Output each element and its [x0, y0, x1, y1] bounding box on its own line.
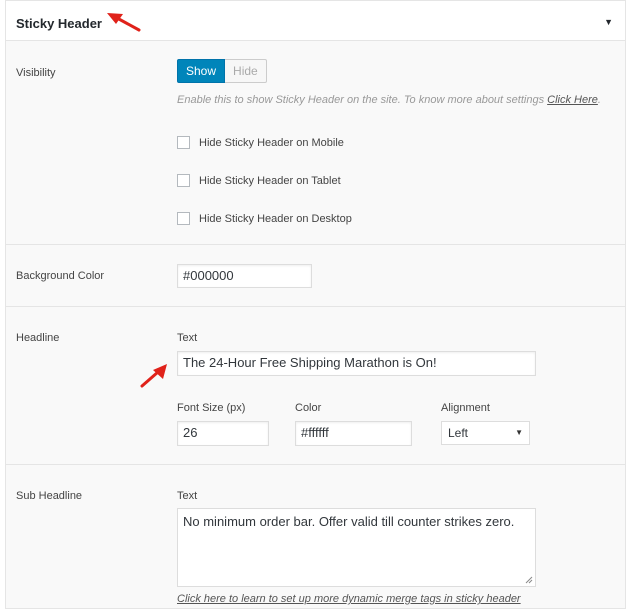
- sticky-header-panel: Sticky Header ▼ Visibility Show Hide Ena…: [5, 0, 626, 609]
- hide-tablet-label: Hide Sticky Header on Tablet: [199, 174, 341, 187]
- sub-headline-text-label: Text: [177, 490, 198, 502]
- sub-headline-label: Sub Headline: [16, 490, 83, 502]
- headline-label: Headline: [16, 332, 60, 344]
- alignment-select[interactable]: Left ▼: [441, 421, 530, 445]
- annotation-arrow-header: [107, 13, 141, 32]
- click-here-link[interactable]: Click Here: [547, 94, 598, 106]
- panel-header[interactable]: Sticky Header ▼: [6, 1, 625, 41]
- visibility-description: Enable this to show Sticky Header on the…: [177, 94, 601, 106]
- triangle-down-icon[interactable]: ▼: [604, 17, 613, 27]
- hide-mobile-label: Hide Sticky Header on Mobile: [199, 136, 344, 149]
- hide-mobile-checkbox[interactable]: [177, 136, 190, 149]
- resize-handle-icon[interactable]: [525, 576, 533, 584]
- alignment-label: Alignment: [441, 402, 490, 414]
- sub-headline-textarea[interactable]: No minimum order bar. Offer valid till c…: [177, 508, 536, 587]
- show-button[interactable]: Show: [177, 59, 226, 83]
- hide-desktop-row[interactable]: Hide Sticky Header on Desktop: [177, 212, 352, 225]
- sub-headline-text-value: No minimum order bar. Offer valid till c…: [183, 514, 515, 529]
- visibility-toggle: Show Hide: [177, 59, 267, 83]
- hide-tablet-row[interactable]: Hide Sticky Header on Tablet: [177, 174, 341, 187]
- hide-tablet-checkbox[interactable]: [177, 174, 190, 187]
- visibility-description-end: .: [597, 94, 601, 106]
- font-size-input[interactable]: 26: [177, 421, 269, 446]
- background-section: Background Color: [6, 245, 625, 307]
- visibility-description-text: Enable this to show Sticky Header on the…: [177, 94, 548, 106]
- panel-title: Sticky Header: [16, 16, 102, 31]
- annotation-arrow-headline: [140, 364, 167, 388]
- color-input[interactable]: #ffffff: [295, 421, 412, 446]
- hide-desktop-checkbox[interactable]: [177, 212, 190, 225]
- hide-mobile-row[interactable]: Hide Sticky Header on Mobile: [177, 136, 344, 149]
- visibility-label: Visibility: [16, 67, 56, 79]
- background-color-label: Background Color: [16, 270, 105, 282]
- merge-tags-link[interactable]: Click here to learn to set up more dynam…: [177, 593, 521, 605]
- hide-desktop-label: Hide Sticky Header on Desktop: [199, 212, 352, 225]
- caret-down-icon: ▼: [515, 428, 523, 437]
- font-size-label: Font Size (px): [177, 402, 246, 414]
- headline-text-input[interactable]: The 24-Hour Free Shipping Marathon is On…: [177, 351, 536, 376]
- color-label: Color: [295, 402, 322, 414]
- alignment-select-value: Left: [448, 426, 469, 440]
- hide-button[interactable]: Hide: [225, 59, 267, 83]
- headline-text-label: Text: [177, 332, 198, 344]
- background-color-input[interactable]: #000000: [177, 264, 312, 288]
